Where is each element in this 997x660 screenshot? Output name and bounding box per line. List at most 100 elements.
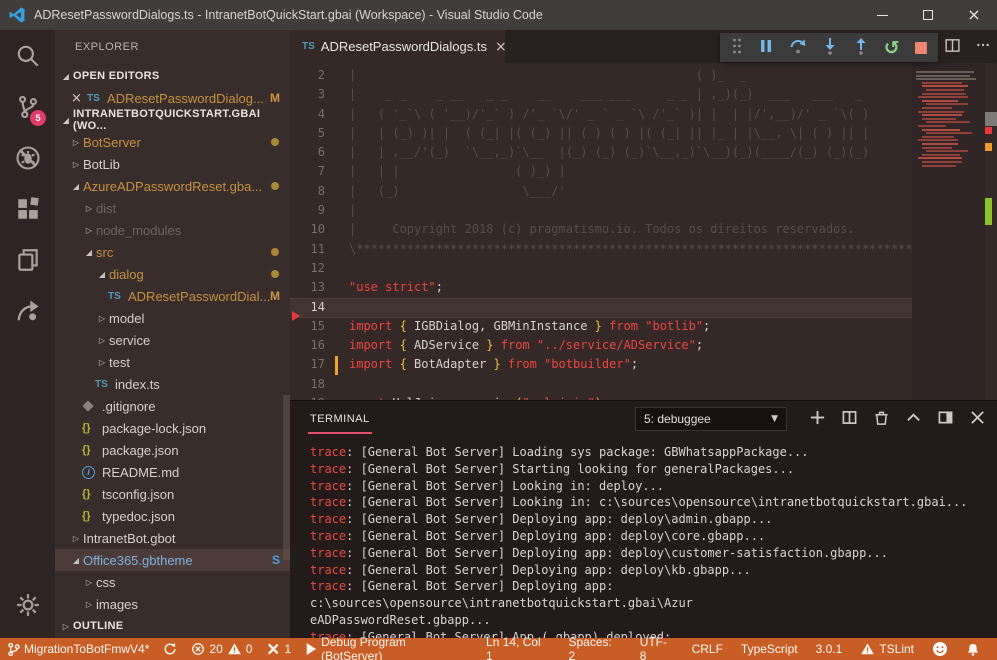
tree-item-label: BotServer [83,135,141,150]
split-editor-icon[interactable] [944,37,961,57]
git-branch-status[interactable]: MigrationToBotFmwV4* [0,638,156,660]
tree-item-label: typedoc.json [102,509,175,524]
debug-program-label: Debug Program (BotServer) [321,635,470,660]
breakpoint-arrow-icon[interactable] [292,311,300,321]
stop-icon[interactable] [915,42,927,54]
terminal-line: trace: [General Bot Server] Looking in: … [310,478,986,495]
sync-status[interactable] [156,638,184,660]
code-editor[interactable]: 2345678910111213141516171819 | ( )_ _| _… [290,63,997,400]
tree-item-botlib[interactable]: ▷BotLib [55,153,290,175]
search-icon[interactable] [0,30,55,81]
terminal-output[interactable]: trace: [General Bot Server] Loading sys … [310,444,986,660]
terminal-tab[interactable]: TERMINAL [308,404,372,434]
share-icon[interactable] [0,285,55,336]
tree-item--gitignore[interactable]: .gitignore [55,395,290,417]
tslint-status[interactable]: TSLint [851,638,923,660]
tab-adresetpassworddialogs[interactable]: TS ADResetPasswordDialogs.ts × [290,30,505,63]
warning-count: 0 [246,642,253,656]
scrollbar-slider[interactable] [985,112,997,126]
maximize-button[interactable] [905,0,951,30]
tree-item-adresetpassworddial-[interactable]: TSADResetPasswordDial...M [55,285,290,307]
tree-item-intranetbot-gbot[interactable]: ▷IntranetBot.gbot [55,527,290,549]
minimap[interactable] [912,63,985,400]
pause-icon[interactable] [758,38,774,57]
terminal-line: trace: [General Bot Server] Deploying ap… [310,578,986,612]
code-line-3: | _ _ _ __ _ _ __ ___ ___ _ _ | ,_)(_) _… [349,85,912,104]
tree-item-label: package.json [102,443,179,458]
code-line-11: \***************************************… [349,240,912,259]
chevron-expanded-icon: ◢ [59,116,73,125]
section-open-editors[interactable]: ◢ OPEN EDITORS [55,65,290,87]
tree-item-css[interactable]: ▷css [55,571,290,593]
debug-program-status[interactable]: Debug Program (BotServer) [298,638,477,660]
close-panel-icon[interactable] [970,410,985,428]
cursor-position-status[interactable]: Ln 14, Col 1 [477,638,559,660]
tree-item-azureadpasswordreset-gba-[interactable]: ◢AzureADPasswordReset.gba... [55,175,290,197]
terminal-selector[interactable]: 5: debuggee ▼ [635,407,787,431]
branch-name: MigrationToBotFmwV4* [24,642,149,656]
section-outline[interactable]: ▷ OUTLINE [55,615,290,637]
tree-item-dialog[interactable]: ◢dialog [55,263,290,285]
tree-item-label: AzureADPasswordReset.gba... [83,179,262,194]
documents-icon[interactable] [0,234,55,285]
more-actions-icon[interactable] [975,37,991,56]
tree-item-src[interactable]: ◢src [55,241,290,263]
maximize-panel-icon[interactable] [906,410,921,428]
close-editor-icon[interactable]: × [71,91,87,106]
notifications-bell-icon[interactable] [957,638,989,660]
open-editor-item[interactable]: × TS ADResetPasswordDialog... M [55,87,290,109]
extensions-icon[interactable] [0,183,55,234]
tree-item-images[interactable]: ▷images [55,593,290,615]
split-terminal-icon[interactable] [842,410,857,428]
section-workspace[interactable]: ◢ INTRANETBOTQUICKSTART.GBAI (WO... [55,109,290,131]
tree-item-readme-md[interactable]: iREADME.md [55,461,290,483]
tools-status[interactable]: 1 [259,638,298,660]
eol-status[interactable]: CRLF [683,638,732,660]
typescript-file-icon: TS [87,93,100,104]
code-line-16: import { ADService } from "../service/AD… [349,336,912,355]
tree-item-test[interactable]: ▷test [55,351,290,373]
tree-item-service[interactable]: ▷service [55,329,290,351]
encoding-status[interactable]: UTF-8 [631,638,683,660]
new-terminal-icon[interactable] [810,410,825,428]
tree-item-office365-gbtheme[interactable]: ◢Office365.gbthemeS [55,549,290,571]
panel-header: TERMINAL 5: debuggee ▼ [290,401,997,437]
indentation-status[interactable]: Spaces: 2 [560,638,631,660]
tree-item-botserver[interactable]: ▷BotServer [55,131,290,153]
minimize-button[interactable] [859,0,905,30]
sidebar-scrollbar[interactable] [283,395,290,560]
tree-item-label: BotLib [83,157,120,172]
problems-status[interactable]: 20 0 [184,638,259,660]
restart-icon[interactable]: ↺ [884,39,900,57]
language-status[interactable]: TypeScript [732,638,807,660]
panel-layout-icon[interactable] [938,410,953,428]
close-button[interactable]: × [951,0,997,30]
code-line-13: "use strict"; [349,278,912,297]
step-into-icon[interactable] [822,37,838,58]
debug-icon[interactable] [0,132,55,183]
typescript-version-status[interactable]: 3.0.1 [807,638,852,660]
feedback-smiley-icon[interactable] [923,638,957,660]
code-content[interactable]: | ( )_ _| _ _ _ __ _ _ __ ___ ___ _ _ | … [349,66,912,400]
settings-gear-icon[interactable] [0,579,55,630]
tree-item-model[interactable]: ▷model [55,307,290,329]
tree-item-node-modules[interactable]: ▷node_modules [55,219,290,241]
tree-item-package-lock-json[interactable]: {}package-lock.json [55,417,290,439]
kill-terminal-icon[interactable] [874,410,889,428]
step-over-icon[interactable] [789,37,807,58]
git-modified-dot [271,248,279,256]
toolbar-drag-grip[interactable] [731,36,743,59]
modified-line-marker [335,356,338,375]
tree-item-index-ts[interactable]: TSindex.ts [55,373,290,395]
tree-item-tsconfig-json[interactable]: {}tsconfig.json [55,483,290,505]
tab-close-icon[interactable]: × [495,39,507,55]
tree-item-typedoc-json[interactable]: {}typedoc.json [55,505,290,527]
explorer-sidebar: EXPLORER ◢ OPEN EDITORS × TS ADResetPass… [55,30,290,638]
step-out-icon[interactable] [853,37,869,58]
tree-item-package-json[interactable]: {}package.json [55,439,290,461]
tree-item-dist[interactable]: ▷dist [55,197,290,219]
overview-info-marker [985,198,992,225]
source-control-icon[interactable]: 5 [0,81,55,132]
code-line-17: import { BotAdapter } from "botbuilder"; [349,355,912,374]
editor-scrollbar[interactable] [985,63,997,400]
